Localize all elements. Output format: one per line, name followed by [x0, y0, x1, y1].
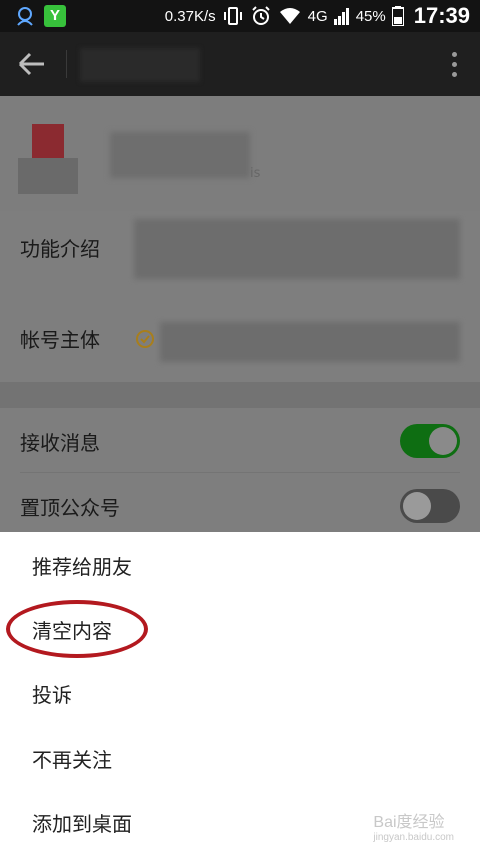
- menu-item-unfollow[interactable]: 不再关注: [0, 725, 480, 789]
- bottom-sheet-menu: 推荐给朋友 清空内容 投诉 不再关注 添加到桌面 Bai度经验 jingyan.…: [0, 532, 480, 853]
- battery-percent: 45%: [355, 7, 386, 25]
- watermark-url: jingyan.baidu.com: [373, 832, 454, 843]
- intro-label: 功能介绍: [20, 237, 100, 261]
- owner-value-blurred: [160, 322, 460, 362]
- page-title-blurred: [80, 48, 200, 82]
- menu-item-label: 推荐给朋友: [32, 555, 132, 579]
- vibrate-icon: [223, 7, 242, 25]
- watermark-text: Bai度经验: [373, 814, 445, 831]
- menu-item-label: 添加到桌面: [32, 812, 132, 836]
- account-name-blurred: [110, 132, 250, 178]
- intro-row: 功能介绍: [0, 211, 480, 287]
- network-type: 4G: [307, 7, 328, 25]
- battery-icon: [391, 6, 404, 26]
- avatar: [18, 124, 78, 194]
- status-bar: Y 0.37K/s 4G 45% 17:39: [0, 0, 480, 32]
- receive-messages-row[interactable]: 接收消息: [0, 408, 480, 472]
- menu-item-label: 投诉: [32, 683, 72, 707]
- pin-account-label: 置顶公众号: [20, 496, 120, 520]
- network-speed: 0.37K/s: [164, 7, 216, 25]
- arrow-left-icon[interactable]: [16, 50, 48, 78]
- pin-account-row[interactable]: 置顶公众号: [0, 473, 480, 537]
- intro-value-blurred: [134, 219, 460, 279]
- clock: 17:39: [413, 3, 470, 28]
- watermark: Bai度经验 jingyan.baidu.com: [373, 808, 454, 843]
- official-account-detail: is 功能介绍 帐号主体 接收消息 置顶公众号: [0, 96, 480, 537]
- profile-card: is: [0, 96, 480, 211]
- highlight-annotation: [6, 600, 148, 658]
- notification-person-icon: [17, 7, 33, 26]
- receive-messages-toggle[interactable]: [400, 424, 460, 458]
- owner-row[interactable]: 帐号主体: [0, 302, 480, 382]
- wifi-icon: [279, 8, 300, 24]
- account-id-fragment: is: [250, 166, 261, 181]
- toolbar: [0, 32, 480, 96]
- owner-label: 帐号主体: [20, 328, 100, 352]
- signal-icon: [333, 8, 349, 25]
- menu-item-recommend[interactable]: 推荐给朋友: [0, 532, 480, 596]
- receive-messages-label: 接收消息: [20, 431, 100, 455]
- alarm-icon: [251, 6, 270, 25]
- pin-account-toggle[interactable]: [400, 489, 460, 523]
- menu-item-report[interactable]: 投诉: [0, 660, 480, 724]
- menu-item-label: 不再关注: [32, 748, 112, 772]
- verified-icon: [136, 330, 154, 348]
- app-notification-icon: Y: [44, 5, 66, 27]
- section-gap: [0, 382, 480, 408]
- more-vertical-icon[interactable]: [450, 52, 458, 78]
- toolbar-divider: [66, 50, 67, 78]
